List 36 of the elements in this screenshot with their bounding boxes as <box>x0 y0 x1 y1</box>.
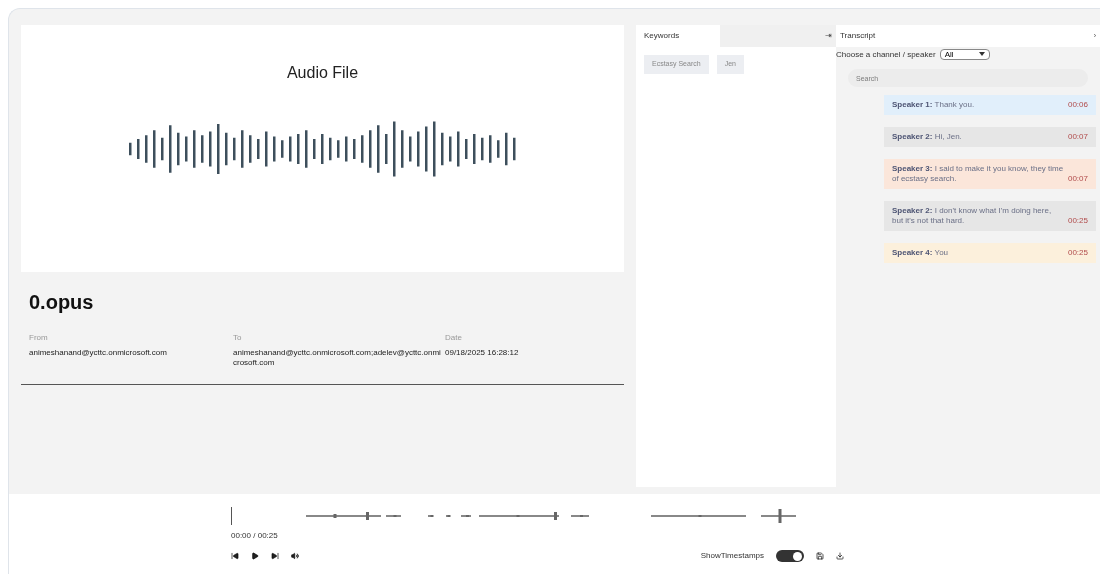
entry-text: Speaker 3: I said to make it you know, they time of ecstasy search. <box>892 164 1064 184</box>
volume-icon[interactable] <box>291 552 299 560</box>
field-label: From <box>29 332 49 344</box>
card-title: Audio File <box>286 63 359 83</box>
toggle-label: ShowTimestamps <box>700 550 764 562</box>
speaker-select[interactable]: All <box>939 48 990 60</box>
download-icon[interactable] <box>836 552 844 560</box>
transcript-entry[interactable]: Speaker 2: I don't know what I'm doing here, but it's not that hard. 00:25 <box>884 201 1096 231</box>
transcript-entry[interactable]: Speaker 3: I said to make it you know, they time of ecstasy search. 00:07 <box>884 159 1096 189</box>
field-value: animeshanand@ycttc.onmicrosoft.com;adelev@ycttc.onmicrosoft.com <box>233 348 441 368</box>
transcript-tab[interactable]: Transcript <box>840 30 876 42</box>
transcript-entry[interactable]: Speaker 4: You 00:25 <box>884 243 1096 263</box>
skip-back-icon[interactable] <box>231 552 239 560</box>
time-readout: 00:00 / 00:25 <box>231 530 279 542</box>
entry-text: Speaker 2: I don't know what I'm doing here, but it's not that hard. <box>892 206 1053 226</box>
timestamps-toggle[interactable] <box>776 550 804 562</box>
skip-forward-icon[interactable] <box>271 552 279 560</box>
transcript-entry[interactable]: Speaker 2: Hi, Jen. 00:07 <box>884 127 1096 147</box>
entry-time: 00:07 <box>1067 174 1088 184</box>
field-label: To <box>233 332 243 344</box>
field-value: 09/18/2025 16:28:12 <box>445 348 520 358</box>
entry-text: Speaker 1: Thank you. <box>892 100 975 110</box>
play-icon[interactable] <box>251 552 259 560</box>
field-value: animeshanand@ycttc.onmicrosoft.com <box>29 348 168 358</box>
filter-label: Choose a channel / speaker <box>836 49 936 59</box>
entry-time: 00:06 <box>1067 100 1088 110</box>
entry-text: Speaker 4: You <box>892 248 949 258</box>
entry-time: 00:07 <box>1067 132 1088 142</box>
entry-text: Speaker 2: Hi, Jen. <box>892 132 962 142</box>
save-icon[interactable] <box>816 552 824 560</box>
field-label: Date <box>445 332 463 344</box>
file-name: 0.opus <box>29 290 95 315</box>
transcript-entry[interactable]: Speaker 1: Thank you. 00:06 <box>884 95 1096 115</box>
dropdown-icon <box>978 52 985 56</box>
entry-time: 00:25 <box>1067 216 1088 226</box>
entry-time: 00:25 <box>1067 248 1088 258</box>
